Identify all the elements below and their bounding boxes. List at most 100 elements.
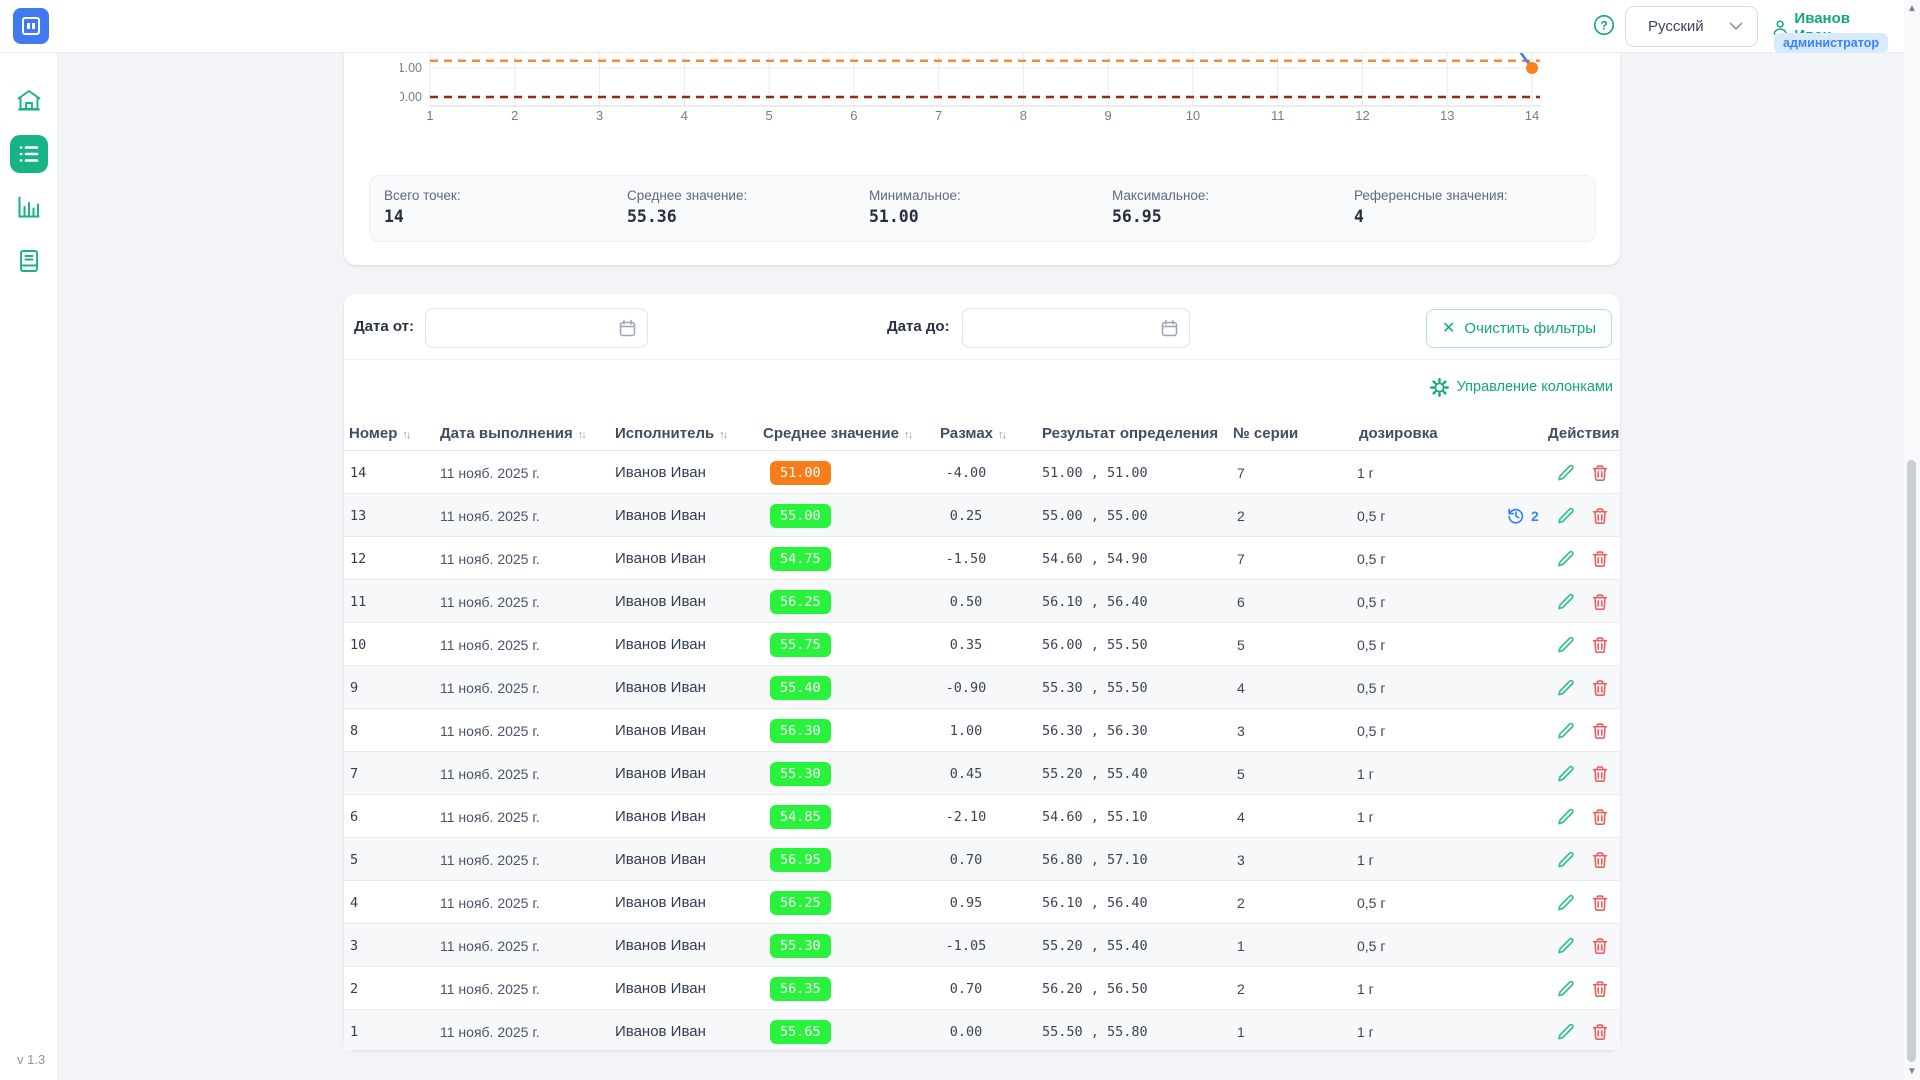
history-indicator[interactable]: 2	[1507, 494, 1539, 537]
table-row[interactable]: 8 11 нояб. 2025 г. Иванов Иван 56.30 1.0…	[344, 708, 1620, 751]
cell-number: 9	[350, 666, 358, 709]
cell-date: 11 нояб. 2025 г.	[440, 752, 540, 795]
delete-button[interactable]	[1589, 720, 1611, 742]
cell-average: 56.25	[770, 580, 831, 623]
cell-number: 7	[350, 752, 358, 795]
manage-columns-button[interactable]: Управление колонками	[1430, 375, 1613, 399]
table-row[interactable]: 11 11 нояб. 2025 г. Иванов Иван 56.25 0.…	[344, 579, 1620, 622]
edit-button[interactable]	[1555, 935, 1577, 957]
svg-text:13: 13	[1440, 108, 1454, 123]
table-row[interactable]: 9 11 нояб. 2025 г. Иванов Иван 55.40 -0.…	[344, 665, 1620, 708]
avg-badge: 55.30	[770, 762, 831, 786]
edit-button[interactable]	[1555, 720, 1577, 742]
delete-button[interactable]	[1589, 505, 1611, 527]
col-header-average[interactable]: Среднее значение↑↓	[763, 418, 911, 450]
cell-performer: Иванов Иван	[615, 451, 706, 494]
col-header-result: Результат определения	[1042, 418, 1218, 450]
col-header-performer[interactable]: Исполнитель↑↓	[615, 418, 726, 450]
date-to-input[interactable]	[975, 309, 1145, 347]
date-to-field[interactable]	[962, 308, 1190, 348]
cell-series: 2	[1237, 494, 1245, 537]
table-row[interactable]: 13 11 нояб. 2025 г. Иванов Иван 55.00 0.…	[344, 493, 1620, 536]
home-icon	[16, 89, 42, 113]
trash-icon	[1591, 722, 1609, 740]
cell-dosage: 0,5 г	[1357, 537, 1385, 580]
table-row[interactable]: 3 11 нояб. 2025 г. Иванов Иван 55.30 -1.…	[344, 923, 1620, 966]
scroll-down-arrow[interactable]: ▼	[1906, 1066, 1918, 1077]
app-logo-icon[interactable]	[13, 8, 49, 44]
scroll-up-arrow[interactable]: ▲	[1906, 3, 1918, 14]
edit-button[interactable]	[1555, 892, 1577, 914]
date-from-field[interactable]	[425, 308, 648, 348]
edit-button[interactable]	[1555, 806, 1577, 828]
close-icon: ✕	[1442, 321, 1455, 337]
trash-icon	[1591, 765, 1609, 783]
delete-button[interactable]	[1589, 634, 1611, 656]
sort-icon[interactable]: ↑↓	[402, 429, 409, 441]
cell-range: 0.35	[900, 623, 1032, 666]
edit-button[interactable]	[1555, 591, 1577, 613]
sidebar-item-docs[interactable]	[17, 249, 40, 276]
filter-section: Дата от: Дата до: ✕ Очистить фильтры	[344, 294, 1620, 360]
svg-text:11: 11	[1271, 108, 1285, 123]
edit-button[interactable]	[1555, 1021, 1577, 1043]
cell-result: 56.00 , 55.50	[1042, 623, 1148, 666]
table-row[interactable]: 6 11 нояб. 2025 г. Иванов Иван 54.85 -2.…	[344, 794, 1620, 837]
delete-button[interactable]	[1589, 548, 1611, 570]
delete-button[interactable]	[1589, 677, 1611, 699]
help-button[interactable]: ?	[1593, 14, 1615, 36]
history-count: 2	[1531, 508, 1539, 524]
col-header-range[interactable]: Размах↑↓	[940, 418, 1005, 450]
sidebar-item-home[interactable]	[16, 89, 42, 116]
col-header-number[interactable]: Номер↑↓	[349, 418, 409, 450]
sort-icon[interactable]: ↑↓	[904, 429, 911, 441]
table-row[interactable]: 7 11 нояб. 2025 г. Иванов Иван 55.30 0.4…	[344, 751, 1620, 794]
edit-button[interactable]	[1555, 634, 1577, 656]
table-row[interactable]: 2 11 нояб. 2025 г. Иванов Иван 56.35 0.7…	[344, 966, 1620, 1009]
table-row[interactable]: 1 11 нояб. 2025 г. Иванов Иван 55.65 0.0…	[344, 1009, 1620, 1050]
svg-text:9: 9	[1105, 108, 1112, 123]
cell-average: 55.75	[770, 623, 831, 666]
clear-filters-button[interactable]: ✕ Очистить фильтры	[1426, 309, 1612, 348]
sort-icon[interactable]: ↑↓	[719, 429, 726, 441]
table-row[interactable]: 5 11 нояб. 2025 г. Иванов Иван 56.95 0.7…	[344, 837, 1620, 880]
delete-button[interactable]	[1589, 806, 1611, 828]
sidebar-item-statistics[interactable]	[16, 195, 41, 222]
table-row[interactable]: 12 11 нояб. 2025 г. Иванов Иван 54.75 -1…	[344, 536, 1620, 579]
date-from-input[interactable]	[438, 309, 604, 347]
stat-value: 51.00	[869, 207, 919, 226]
sidebar-item-journal[interactable]	[10, 135, 48, 173]
delete-button[interactable]	[1589, 935, 1611, 957]
user-menu[interactable]: Иванов Иван администратор	[1772, 10, 1888, 44]
sidebar: v 1.3	[0, 53, 58, 1080]
scrollbar-thumb[interactable]	[1907, 460, 1916, 1062]
edit-button[interactable]	[1555, 849, 1577, 871]
table-row[interactable]: 10 11 нояб. 2025 г. Иванов Иван 55.75 0.…	[344, 622, 1620, 665]
delete-button[interactable]	[1589, 849, 1611, 871]
delete-button[interactable]	[1589, 591, 1611, 613]
table-row[interactable]: 4 11 нояб. 2025 г. Иванов Иван 56.25 0.9…	[344, 880, 1620, 923]
pencil-icon	[1557, 636, 1575, 654]
cell-series: 1	[1237, 924, 1245, 967]
avg-badge: 55.40	[770, 676, 831, 700]
delete-button[interactable]	[1589, 978, 1611, 1000]
delete-button[interactable]	[1589, 1021, 1611, 1043]
cell-result: 56.30 , 56.30	[1042, 709, 1148, 752]
edit-button[interactable]	[1555, 763, 1577, 785]
cell-range: -4.00	[900, 451, 1032, 494]
cell-dosage: 1 г	[1357, 1010, 1374, 1050]
table-row[interactable]: 14 11 нояб. 2025 г. Иванов Иван 51.00 -4…	[344, 450, 1620, 493]
cell-performer: Иванов Иван	[615, 623, 706, 666]
edit-button[interactable]	[1555, 505, 1577, 527]
edit-button[interactable]	[1555, 677, 1577, 699]
sort-icon[interactable]: ↑↓	[998, 429, 1005, 441]
edit-button[interactable]	[1555, 978, 1577, 1000]
edit-button[interactable]	[1555, 462, 1577, 484]
col-header-date[interactable]: Дата выполнения↑↓	[440, 418, 585, 450]
delete-button[interactable]	[1589, 763, 1611, 785]
delete-button[interactable]	[1589, 462, 1611, 484]
edit-button[interactable]	[1555, 548, 1577, 570]
language-select[interactable]: Русский	[1625, 6, 1758, 47]
sort-icon[interactable]: ↑↓	[578, 429, 585, 441]
delete-button[interactable]	[1589, 892, 1611, 914]
